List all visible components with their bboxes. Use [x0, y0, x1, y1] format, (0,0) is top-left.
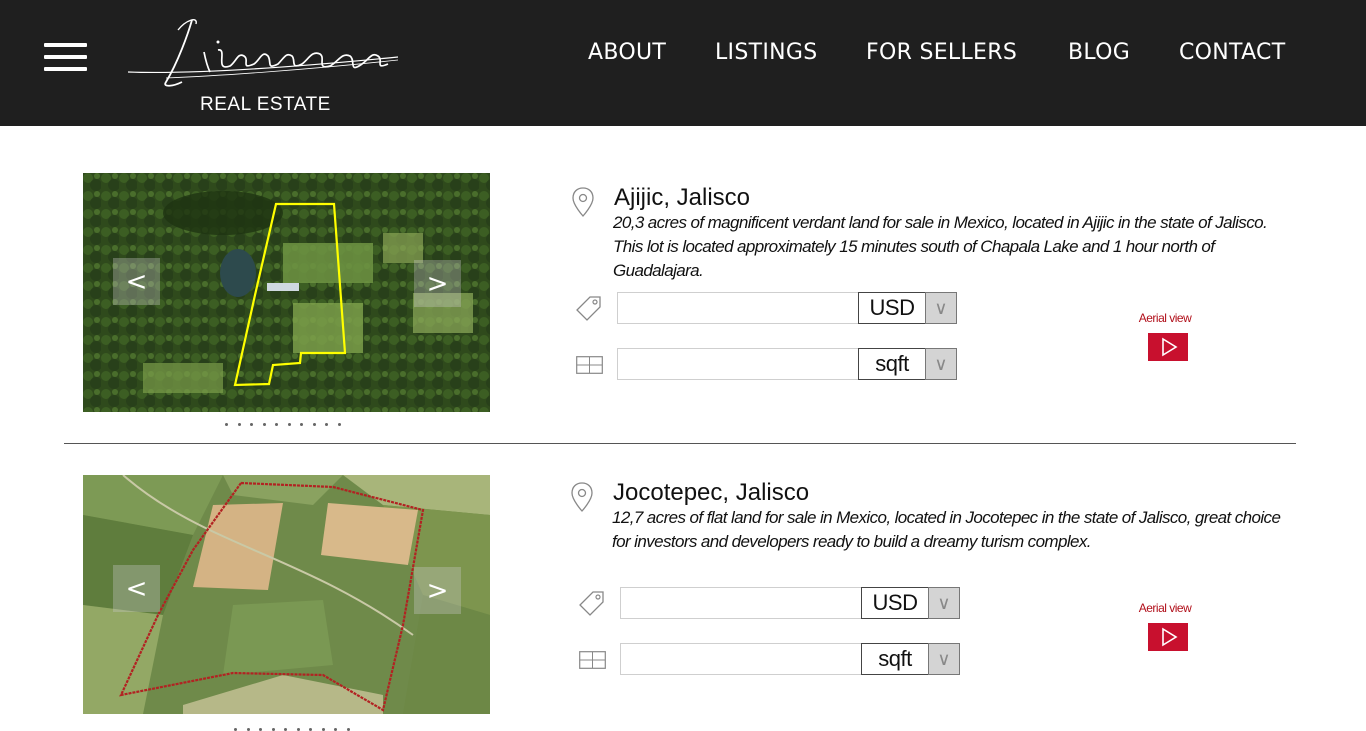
menu-bar [44, 67, 87, 71]
carousel-dot[interactable] [312, 423, 316, 426]
price-input[interactable] [620, 587, 862, 619]
aerial-view-label[interactable]: Aerial view [1125, 311, 1205, 325]
play-icon [1162, 627, 1178, 647]
listing-location: Ajijic, Jalisco [614, 184, 751, 211]
nav-for-sellers[interactable]: FOR SELLERS [866, 40, 1017, 65]
price-unit-select[interactable]: USD [861, 587, 929, 619]
map-pin-icon [571, 482, 593, 512]
site-header: REAL ESTATE ABOUT LISTINGS FOR SELLERS B… [0, 0, 1366, 126]
carousel-dot[interactable] [262, 423, 266, 426]
menu-bar [44, 55, 87, 59]
listing-divider [64, 443, 1296, 444]
carousel-prev-button[interactable]: < [113, 565, 160, 612]
area-input[interactable] [617, 348, 859, 380]
logo-subtitle: REAL ESTATE [200, 94, 331, 115]
carousel-dot[interactable] [300, 423, 303, 426]
carousel-dot[interactable] [287, 423, 291, 426]
area-unit-select[interactable]: sqft [861, 643, 929, 675]
price-tag-icon [579, 591, 604, 616]
chevron-down-icon[interactable]: ∨ [928, 643, 960, 675]
carousel-dot[interactable] [225, 423, 228, 426]
price-unit-select[interactable]: USD [858, 292, 926, 324]
carousel-dot[interactable] [237, 423, 241, 426]
carousel-dots[interactable] [225, 423, 350, 427]
aerial-view-play-button[interactable] [1148, 333, 1188, 361]
chevron-down-icon[interactable]: ∨ [928, 587, 960, 619]
area-input[interactable] [620, 643, 862, 675]
hamburger-menu-icon[interactable] [44, 42, 87, 72]
listing-description: 20,3 acres of magnificent verdant land f… [613, 213, 1268, 280]
area-grid-icon [576, 356, 603, 374]
listing-photo[interactable]: < > [83, 475, 490, 714]
listing-location: Jocotepec, Jalisco [613, 479, 810, 506]
site-logo[interactable]: REAL ESTATE [126, 12, 400, 120]
logo-script-graphic [127, 19, 399, 87]
listing-photo[interactable]: < > [83, 173, 490, 412]
carousel-dot[interactable] [275, 423, 278, 426]
price-tag-icon [576, 296, 601, 321]
map-pin-icon [572, 187, 594, 217]
carousel-dot[interactable] [337, 423, 341, 426]
aerial-view-label[interactable]: Aerial view [1125, 601, 1205, 615]
aerial-view-play-button[interactable] [1148, 623, 1188, 651]
chevron-down-icon[interactable]: ∨ [925, 292, 957, 324]
listing-description: 12,7 acres of flat land for sale in Mexi… [612, 508, 1281, 551]
nav-about[interactable]: ABOUT [588, 40, 666, 65]
nav-blog[interactable]: BLOG [1068, 40, 1130, 65]
carousel-dot[interactable] [250, 423, 253, 426]
menu-bar [44, 43, 87, 47]
nav-contact[interactable]: CONTACT [1179, 40, 1285, 65]
area-unit-select[interactable]: sqft [858, 348, 926, 380]
carousel-dot[interactable] [325, 423, 328, 426]
carousel-next-button[interactable]: > [414, 260, 461, 307]
carousel-next-button[interactable]: > [414, 567, 461, 614]
chevron-down-icon[interactable]: ∨ [925, 348, 957, 380]
nav-listings[interactable]: LISTINGS [715, 40, 818, 65]
area-grid-icon [579, 651, 606, 669]
price-input[interactable] [617, 292, 859, 324]
carousel-prev-button[interactable]: < [113, 258, 160, 305]
play-icon [1162, 337, 1178, 357]
